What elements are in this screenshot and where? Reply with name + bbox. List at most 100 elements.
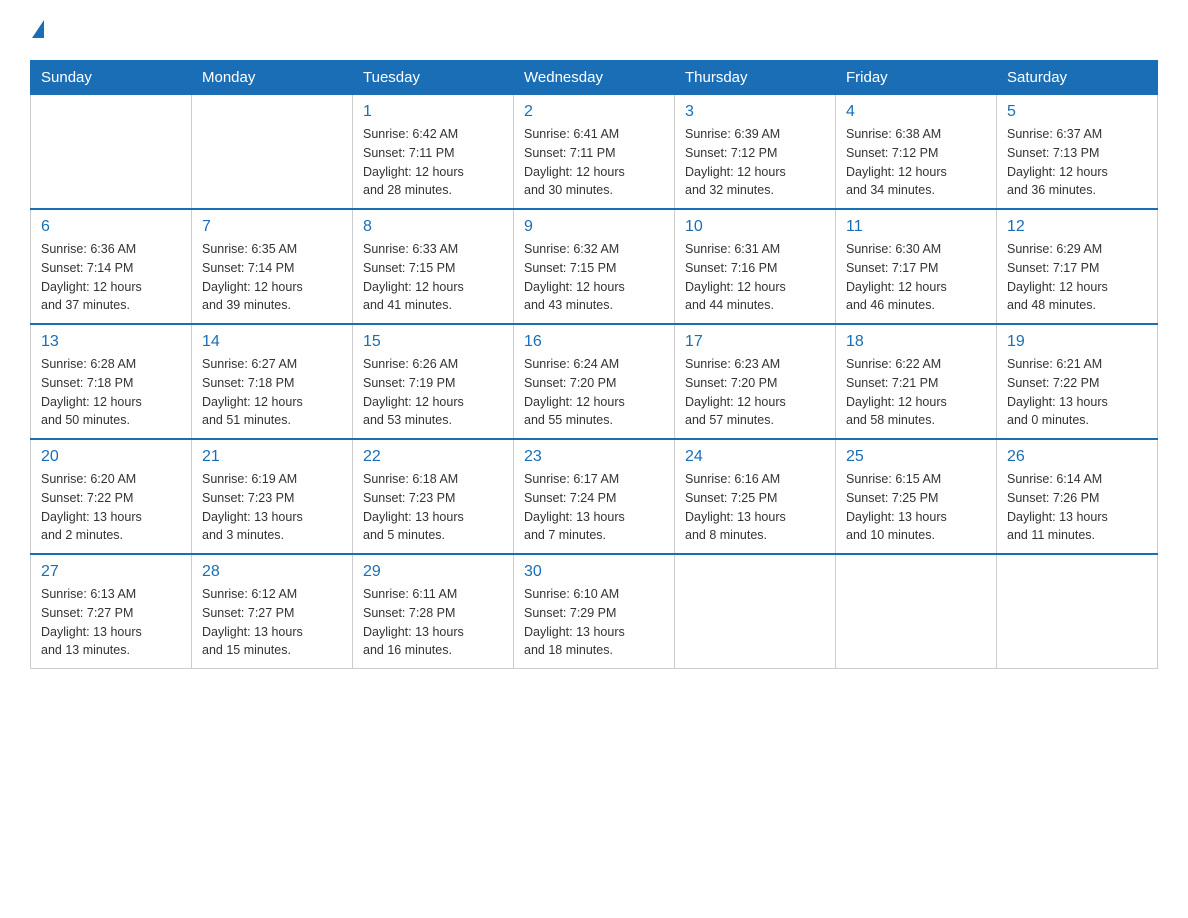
day-info: Sunrise: 6:27 AM Sunset: 7:18 PM Dayligh… xyxy=(202,355,342,430)
calendar-cell: 4 Sunrise: 6:38 AM Sunset: 7:12 PM Daylig… xyxy=(836,95,997,210)
day-info: Sunrise: 6:37 AM Sunset: 7:13 PM Dayligh… xyxy=(1007,125,1147,200)
calendar-cell: 18 Sunrise: 6:22 AM Sunset: 7:21 PM Dayli… xyxy=(836,324,997,439)
day-number: 10 xyxy=(685,218,825,236)
day-info: Sunrise: 6:36 AM Sunset: 7:14 PM Dayligh… xyxy=(41,240,181,315)
day-info: Sunrise: 6:20 AM Sunset: 7:22 PM Dayligh… xyxy=(41,470,181,545)
day-info: Sunrise: 6:39 AM Sunset: 7:12 PM Dayligh… xyxy=(685,125,825,200)
calendar-cell xyxy=(997,554,1158,669)
day-info: Sunrise: 6:11 AM Sunset: 7:28 PM Dayligh… xyxy=(363,585,503,660)
calendar-cell: 3 Sunrise: 6:39 AM Sunset: 7:12 PM Daylig… xyxy=(675,95,836,210)
logo-triangle-icon xyxy=(32,20,44,38)
day-info: Sunrise: 6:33 AM Sunset: 7:15 PM Dayligh… xyxy=(363,240,503,315)
weekday-header-thursday: Thursday xyxy=(675,61,836,95)
day-number: 29 xyxy=(363,563,503,581)
calendar-cell: 12 Sunrise: 6:29 AM Sunset: 7:17 PM Dayli… xyxy=(997,209,1158,324)
day-info: Sunrise: 6:38 AM Sunset: 7:12 PM Dayligh… xyxy=(846,125,986,200)
weekday-header-row: SundayMondayTuesdayWednesdayThursdayFrid… xyxy=(31,61,1158,95)
weekday-header-monday: Monday xyxy=(192,61,353,95)
day-number: 20 xyxy=(41,448,181,466)
calendar-cell: 7 Sunrise: 6:35 AM Sunset: 7:14 PM Daylig… xyxy=(192,209,353,324)
day-info: Sunrise: 6:10 AM Sunset: 7:29 PM Dayligh… xyxy=(524,585,664,660)
calendar-week-row: 13 Sunrise: 6:28 AM Sunset: 7:18 PM Dayli… xyxy=(31,324,1158,439)
calendar-cell: 25 Sunrise: 6:15 AM Sunset: 7:25 PM Dayli… xyxy=(836,439,997,554)
day-number: 3 xyxy=(685,103,825,121)
day-info: Sunrise: 6:19 AM Sunset: 7:23 PM Dayligh… xyxy=(202,470,342,545)
calendar-cell xyxy=(192,95,353,210)
day-number: 25 xyxy=(846,448,986,466)
calendar-cell: 2Sunrise: 6:41 AM Sunset: 7:11 PM Daylig… xyxy=(514,95,675,210)
calendar-cell: 13 Sunrise: 6:28 AM Sunset: 7:18 PM Dayli… xyxy=(31,324,192,439)
day-info: Sunrise: 6:29 AM Sunset: 7:17 PM Dayligh… xyxy=(1007,240,1147,315)
calendar-cell: 11Sunrise: 6:30 AM Sunset: 7:17 PM Dayli… xyxy=(836,209,997,324)
calendar-cell: 10 Sunrise: 6:31 AM Sunset: 7:16 PM Dayli… xyxy=(675,209,836,324)
weekday-header-friday: Friday xyxy=(836,61,997,95)
day-info: Sunrise: 6:28 AM Sunset: 7:18 PM Dayligh… xyxy=(41,355,181,430)
day-number: 15 xyxy=(363,333,503,351)
calendar-cell: 23 Sunrise: 6:17 AM Sunset: 7:24 PM Dayli… xyxy=(514,439,675,554)
day-number: 19 xyxy=(1007,333,1147,351)
day-info: Sunrise: 6:18 AM Sunset: 7:23 PM Dayligh… xyxy=(363,470,503,545)
calendar-body: 1Sunrise: 6:42 AM Sunset: 7:11 PM Daylig… xyxy=(31,95,1158,669)
calendar-cell: 22 Sunrise: 6:18 AM Sunset: 7:23 PM Dayli… xyxy=(353,439,514,554)
day-number: 2 xyxy=(524,103,664,121)
calendar-cell: 5Sunrise: 6:37 AM Sunset: 7:13 PM Daylig… xyxy=(997,95,1158,210)
calendar-cell: 14 Sunrise: 6:27 AM Sunset: 7:18 PM Dayli… xyxy=(192,324,353,439)
day-info: Sunrise: 6:14 AM Sunset: 7:26 PM Dayligh… xyxy=(1007,470,1147,545)
day-number: 12 xyxy=(1007,218,1147,236)
calendar-cell: 19Sunrise: 6:21 AM Sunset: 7:22 PM Dayli… xyxy=(997,324,1158,439)
day-info: Sunrise: 6:26 AM Sunset: 7:19 PM Dayligh… xyxy=(363,355,503,430)
calendar-cell xyxy=(675,554,836,669)
day-number: 28 xyxy=(202,563,342,581)
day-number: 13 xyxy=(41,333,181,351)
day-info: Sunrise: 6:31 AM Sunset: 7:16 PM Dayligh… xyxy=(685,240,825,315)
calendar-header: SundayMondayTuesdayWednesdayThursdayFrid… xyxy=(31,61,1158,95)
calendar-cell: 27Sunrise: 6:13 AM Sunset: 7:27 PM Dayli… xyxy=(31,554,192,669)
calendar-cell: 17 Sunrise: 6:23 AM Sunset: 7:20 PM Dayli… xyxy=(675,324,836,439)
day-number: 9 xyxy=(524,218,664,236)
calendar-week-row: 6Sunrise: 6:36 AM Sunset: 7:14 PM Daylig… xyxy=(31,209,1158,324)
weekday-header-tuesday: Tuesday xyxy=(353,61,514,95)
calendar-table: SundayMondayTuesdayWednesdayThursdayFrid… xyxy=(30,60,1158,669)
calendar-cell: 16 Sunrise: 6:24 AM Sunset: 7:20 PM Dayli… xyxy=(514,324,675,439)
calendar-cell: 9 Sunrise: 6:32 AM Sunset: 7:15 PM Daylig… xyxy=(514,209,675,324)
day-info: Sunrise: 6:22 AM Sunset: 7:21 PM Dayligh… xyxy=(846,355,986,430)
calendar-cell: 26Sunrise: 6:14 AM Sunset: 7:26 PM Dayli… xyxy=(997,439,1158,554)
calendar-cell: 29 Sunrise: 6:11 AM Sunset: 7:28 PM Dayli… xyxy=(353,554,514,669)
calendar-week-row: 20 Sunrise: 6:20 AM Sunset: 7:22 PM Dayli… xyxy=(31,439,1158,554)
day-info: Sunrise: 6:15 AM Sunset: 7:25 PM Dayligh… xyxy=(846,470,986,545)
calendar-week-row: 27Sunrise: 6:13 AM Sunset: 7:27 PM Dayli… xyxy=(31,554,1158,669)
page-header xyxy=(30,20,1158,40)
calendar-cell xyxy=(31,95,192,210)
calendar-cell: 24 Sunrise: 6:16 AM Sunset: 7:25 PM Dayli… xyxy=(675,439,836,554)
calendar-cell: 6Sunrise: 6:36 AM Sunset: 7:14 PM Daylig… xyxy=(31,209,192,324)
calendar-cell: 20 Sunrise: 6:20 AM Sunset: 7:22 PM Dayli… xyxy=(31,439,192,554)
day-number: 22 xyxy=(363,448,503,466)
day-info: Sunrise: 6:12 AM Sunset: 7:27 PM Dayligh… xyxy=(202,585,342,660)
calendar-cell: 1Sunrise: 6:42 AM Sunset: 7:11 PM Daylig… xyxy=(353,95,514,210)
day-info: Sunrise: 6:23 AM Sunset: 7:20 PM Dayligh… xyxy=(685,355,825,430)
calendar-cell: 15 Sunrise: 6:26 AM Sunset: 7:19 PM Dayli… xyxy=(353,324,514,439)
day-number: 14 xyxy=(202,333,342,351)
day-info: Sunrise: 6:17 AM Sunset: 7:24 PM Dayligh… xyxy=(524,470,664,545)
day-number: 16 xyxy=(524,333,664,351)
day-number: 4 xyxy=(846,103,986,121)
calendar-cell: 28 Sunrise: 6:12 AM Sunset: 7:27 PM Dayli… xyxy=(192,554,353,669)
calendar-cell: 21 Sunrise: 6:19 AM Sunset: 7:23 PM Dayli… xyxy=(192,439,353,554)
day-info: Sunrise: 6:35 AM Sunset: 7:14 PM Dayligh… xyxy=(202,240,342,315)
day-number: 27 xyxy=(41,563,181,581)
day-number: 21 xyxy=(202,448,342,466)
calendar-cell: 30 Sunrise: 6:10 AM Sunset: 7:29 PM Dayli… xyxy=(514,554,675,669)
day-number: 17 xyxy=(685,333,825,351)
day-number: 24 xyxy=(685,448,825,466)
day-info: Sunrise: 6:24 AM Sunset: 7:20 PM Dayligh… xyxy=(524,355,664,430)
day-number: 23 xyxy=(524,448,664,466)
logo-text xyxy=(30,20,44,40)
logo xyxy=(30,20,44,40)
day-number: 30 xyxy=(524,563,664,581)
day-info: Sunrise: 6:16 AM Sunset: 7:25 PM Dayligh… xyxy=(685,470,825,545)
day-number: 7 xyxy=(202,218,342,236)
day-info: Sunrise: 6:32 AM Sunset: 7:15 PM Dayligh… xyxy=(524,240,664,315)
day-number: 18 xyxy=(846,333,986,351)
weekday-header-wednesday: Wednesday xyxy=(514,61,675,95)
calendar-cell: 8Sunrise: 6:33 AM Sunset: 7:15 PM Daylig… xyxy=(353,209,514,324)
